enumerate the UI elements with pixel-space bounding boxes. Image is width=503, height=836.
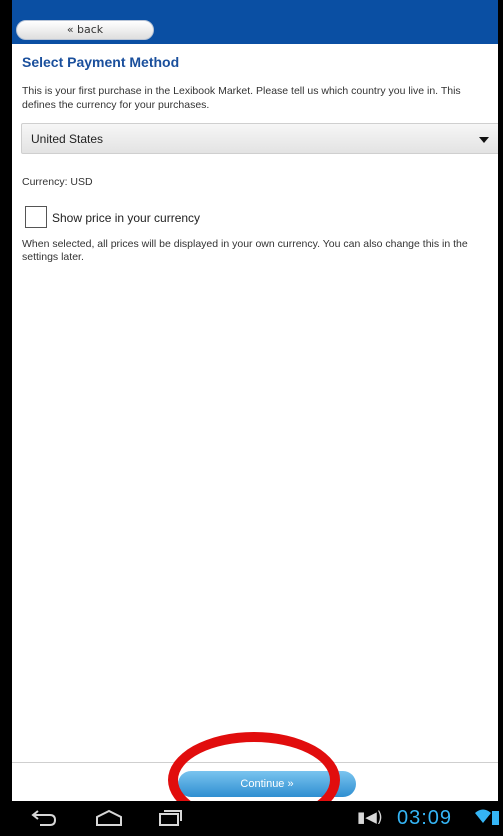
wifi-icon [475, 809, 491, 823]
right-bezel [498, 0, 503, 836]
status-clock: 03:09 [397, 807, 453, 829]
app-window: « back Select Payment Method This is you… [12, 0, 498, 801]
system-nav-bar: ▮◀︎) 03:09 [0, 801, 503, 836]
intro-text: This is your first purchase in the Lexib… [22, 85, 461, 111]
device-frame: « back Select Payment Method This is you… [0, 0, 503, 836]
bottom-divider [12, 762, 498, 763]
back-button[interactable]: « back [16, 20, 154, 40]
home-nav-icon[interactable] [94, 808, 124, 828]
currency-text: Currency: USD [22, 176, 93, 188]
show-price-checkbox[interactable] [25, 206, 47, 228]
show-price-label[interactable]: Show price in your currency [52, 211, 200, 225]
left-bezel [0, 0, 12, 836]
currency-note: When selected, all prices will be displa… [22, 238, 468, 263]
status-icons: ▮◀︎) [357, 808, 383, 826]
dropdown-arrow-icon [479, 137, 489, 143]
continue-button[interactable]: Continue » [178, 771, 356, 797]
recents-nav-icon[interactable] [154, 807, 184, 829]
header-bar: « back [12, 0, 498, 44]
back-nav-icon[interactable] [30, 807, 60, 829]
country-select-value: United States [31, 132, 104, 146]
battery-icon [492, 811, 499, 825]
country-select[interactable]: United States [21, 123, 498, 154]
page-title: Select Payment Method [22, 54, 180, 70]
